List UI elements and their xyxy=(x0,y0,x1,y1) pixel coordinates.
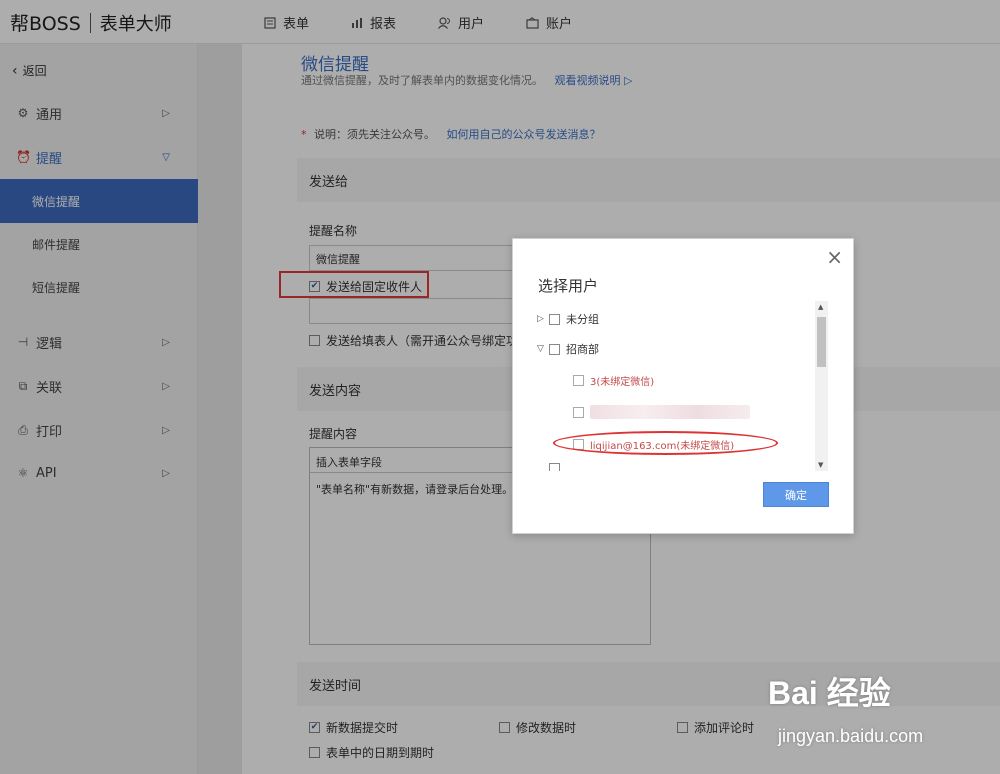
scroll-up-icon[interactable]: ▲ xyxy=(818,303,823,311)
blurred-user-name xyxy=(590,405,750,419)
checkbox-unchecked[interactable] xyxy=(549,343,560,355)
close-icon[interactable]: × xyxy=(826,247,843,267)
dialog-title: 选择用户 xyxy=(538,277,599,295)
tree-user-1[interactable]: 3(未绑定微信) xyxy=(573,373,654,388)
chevron-down-icon: ▽ xyxy=(537,344,544,354)
tree-group-next[interactable] xyxy=(549,463,566,471)
tree-group-label: 未分组 xyxy=(566,313,599,326)
scroll-thumb[interactable] xyxy=(817,317,826,367)
confirm-button[interactable]: 确定 xyxy=(763,482,829,507)
tree-user-label: 3(未绑定微信) xyxy=(590,377,655,388)
checkbox-unchecked[interactable] xyxy=(549,313,560,325)
checkbox-unchecked[interactable] xyxy=(573,406,584,418)
scroll-down-icon[interactable]: ▼ xyxy=(818,461,823,469)
chevron-right-icon: ▷ xyxy=(537,314,544,324)
highlight-oval xyxy=(553,431,778,455)
watermark-url: jingyan.baidu.com xyxy=(778,726,924,746)
tree-user-2[interactable] xyxy=(573,405,750,419)
baidu-jingyan-watermark: Bai 经验 jingyan.baidu.com xyxy=(768,668,923,746)
tree-group-investment[interactable]: ▽ 招商部 xyxy=(537,341,599,357)
tree-group-label: 招商部 xyxy=(566,343,599,356)
tree-scrollbar[interactable]: ▲ ▼ xyxy=(815,301,828,471)
checkbox-unchecked[interactable] xyxy=(549,463,560,471)
checkbox-unchecked[interactable] xyxy=(573,375,584,386)
tree-group-ungrouped[interactable]: ▷ 未分组 xyxy=(537,311,599,327)
watermark-logo: Bai 经验 xyxy=(768,675,891,711)
select-user-dialog: × 选择用户 ▷ 未分组 ▽ 招商部 3(未绑定微信) liqijian@163… xyxy=(512,238,854,534)
